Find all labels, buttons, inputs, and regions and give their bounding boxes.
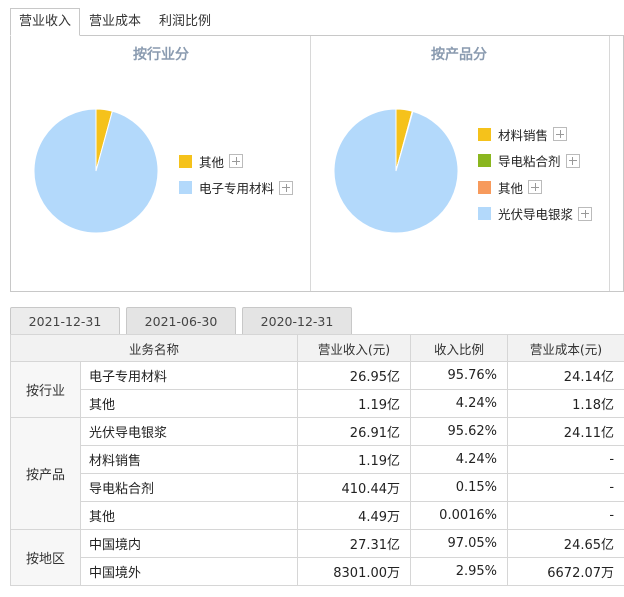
group-label-product: 按产品 [10,417,81,530]
chart-panel: 按行业分 其他 电子专用材料 按产品分 材料销售 导电粘合剂 其他 光伏导电银浆 [10,35,624,292]
row-name: 光伏导电银浆 [79,417,299,446]
row-name: 中国境外 [79,557,299,586]
date-tab-2021-06-30[interactable]: 2021-06-30 [126,307,236,335]
date-tab-2020-12-31[interactable]: 2020-12-31 [242,307,352,335]
tab-cost[interactable]: 营业成本 [80,8,150,36]
pie-slice-电子专用材料[interactable] [33,108,159,234]
row-name: 其他 [79,389,299,418]
table-row: 按地区 中国境内 27.31亿 97.05% 24.65亿 [10,529,624,586]
legend-label: 其他 [199,154,225,170]
group-label-region: 按地区 [10,529,81,586]
row-revenue: 410.44万 [297,473,412,502]
row-revenue: 27.31亿 [297,529,412,558]
legend-label: 导电粘合剂 [498,154,561,170]
legend-swatch [179,154,192,168]
row-name: 中国境内 [79,529,299,558]
row-name: 材料销售 [79,445,299,474]
column-header-cost: 营业成本(元) [507,334,624,362]
row-cost: 6672.07万 [507,557,624,586]
expand-plus-icon[interactable] [565,153,580,168]
row-ratio: 95.76% [410,361,509,390]
row-cost: - [507,445,624,474]
row-ratio: 4.24% [410,445,509,474]
column-header-ratio: 收入比例 [410,334,509,362]
legend-swatch [478,180,491,194]
row-cost: - [507,501,624,530]
row-revenue: 26.95亿 [297,361,412,390]
legend-industry: 其他 电子专用材料 [179,148,294,202]
table-row: 按行业 电子专用材料 26.95亿 95.76% 24.14亿 [10,361,624,418]
row-name: 其他 [79,501,299,530]
row-revenue: 8301.00万 [297,557,412,586]
legend-item: 其他 [179,148,293,175]
group-label-industry: 按行业 [10,361,81,418]
row-cost: 24.65亿 [507,529,624,558]
row-revenue: 1.19亿 [297,389,412,418]
legend-swatch [478,127,491,141]
chart-divider [310,36,311,291]
tab-revenue[interactable]: 营业收入 [10,8,81,36]
legend-item: 导电粘合剂 [478,148,592,175]
table-header-row: 业务名称 营业收入(元) 收入比例 营业成本(元) [9,334,624,362]
row-ratio: 95.62% [410,417,509,446]
row-cost: 1.18亿 [507,389,624,418]
legend-label: 光伏导电银浆 [498,207,574,223]
row-revenue: 26.91亿 [297,417,412,446]
table-row: 其他 1.19亿 4.24% 1.18亿 [11,389,624,418]
legend-swatch [478,207,491,221]
revenue-tabs: 营业收入 营业成本 利润比例 [10,8,220,36]
revenue-table: 业务名称 营业收入(元) 收入比例 营业成本(元) 按行业 电子专用材料 26.… [9,334,624,586]
column-header-business: 业务名称 [9,334,299,362]
chart-divider [609,36,610,291]
chart-title-industry: 按行业分 [133,47,189,63]
legend-product: 材料销售 导电粘合剂 其他 光伏导电银浆 [478,121,593,228]
row-ratio: 4.24% [410,389,509,418]
row-name: 导电粘合剂 [79,473,299,502]
column-header-revenue: 营业收入(元) [297,334,412,362]
row-ratio: 97.05% [410,529,509,558]
expand-plus-icon[interactable] [528,180,543,195]
pie-chart-product [333,108,459,234]
table-row: 按产品 光伏导电银浆 26.91亿 95.62% 24.11亿 [10,417,624,530]
expand-plus-icon[interactable] [279,180,294,195]
row-cost: 24.11亿 [507,417,624,446]
expand-plus-icon[interactable] [553,127,568,142]
legend-label: 其他 [498,180,524,196]
legend-item: 电子专用材料 [179,175,294,202]
legend-item: 光伏导电银浆 [478,201,593,228]
table-row: 其他 4.49万 0.0016% - [11,501,624,530]
legend-item: 材料销售 [478,121,592,148]
row-ratio: 0.0016% [410,501,509,530]
pie-slice-光伏导电银浆[interactable] [333,108,459,234]
pie-chart-industry [33,108,159,234]
tab-profit-ratio[interactable]: 利润比例 [150,8,220,36]
expand-plus-icon[interactable] [578,206,593,221]
row-revenue: 4.49万 [297,501,412,530]
row-name: 电子专用材料 [79,361,299,390]
legend-swatch [179,181,192,195]
row-revenue: 1.19亿 [297,445,412,474]
row-cost: 24.14亿 [507,361,624,390]
chart-title-product: 按产品分 [431,47,487,63]
row-ratio: 0.15% [410,473,509,502]
table-row: 中国境外 8301.00万 2.95% 6672.07万 [11,557,624,586]
legend-label: 材料销售 [498,127,549,143]
table-row: 导电粘合剂 410.44万 0.15% - [11,473,624,502]
date-tab-2021-12-31[interactable]: 2021-12-31 [10,307,120,335]
row-ratio: 2.95% [410,557,509,586]
row-cost: - [507,473,624,502]
expand-plus-icon[interactable] [229,154,244,169]
table-row: 材料销售 1.19亿 4.24% - [11,445,624,474]
legend-label: 电子专用材料 [199,181,275,197]
legend-item: 其他 [478,174,592,201]
legend-swatch [478,154,491,168]
